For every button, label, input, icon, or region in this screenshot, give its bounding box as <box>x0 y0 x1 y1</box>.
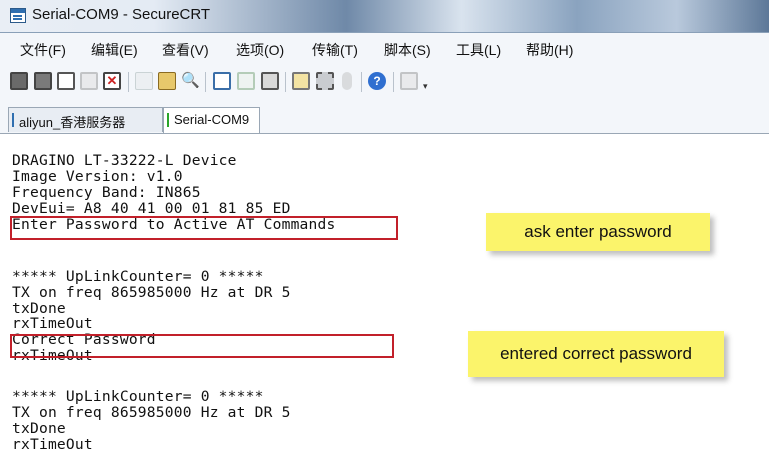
toolbar-separator <box>205 72 206 92</box>
toolbar-separator <box>285 72 286 92</box>
menu-tools[interactable]: 工具(L) <box>456 40 501 60</box>
receive-file-icon[interactable] <box>237 72 255 90</box>
terminal-line: DevEui= A8 40 41 00 01 81 85 ED <box>12 200 291 217</box>
title-bar[interactable]: Serial-COM9 - SecureCRT <box>0 0 769 33</box>
securecrt-app-icon[interactable] <box>10 8 26 23</box>
tab-label: Serial-COM9 <box>174 112 250 127</box>
toolbar-separator <box>128 72 129 92</box>
menu-edit[interactable]: 编辑(E) <box>91 40 138 60</box>
toolbar-overflow-icon[interactable]: ▾ <box>423 82 431 91</box>
paste-icon[interactable] <box>158 72 176 90</box>
key-icon[interactable] <box>342 72 352 90</box>
reconnect-icon[interactable] <box>80 72 98 90</box>
toolbar-separator <box>361 72 362 92</box>
terminal-line: rxTimeOut <box>12 436 93 453</box>
terminal-output[interactable]: DRAGINO LT-33222-L Device Image Version:… <box>0 134 769 457</box>
terminal-line: ***** UpLinkCounter= 0 ***** <box>12 388 264 405</box>
highlight-box-correct-password <box>10 334 394 358</box>
terminal-line: rxTimeOut <box>12 315 93 332</box>
terminal-line: TX on freq 865985000 Hz at DR 5 <box>12 284 291 301</box>
help-icon[interactable]: ? <box>368 72 386 90</box>
annotation-ask-password: ask enter password <box>486 213 710 251</box>
menu-file[interactable]: 文件(F) <box>20 40 66 60</box>
terminal-line: Image Version: v1.0 <box>12 168 183 185</box>
global-options-icon[interactable] <box>316 72 334 90</box>
terminal-line: Frequency Band: IN865 <box>12 184 201 201</box>
connect-in-tab-icon[interactable] <box>57 72 75 90</box>
highlight-box-password-prompt <box>10 216 398 240</box>
annotation-correct-password: entered correct password <box>468 331 724 377</box>
terminal-line: txDone <box>12 420 66 437</box>
map-keys-icon[interactable] <box>400 72 418 90</box>
menu-transfer[interactable]: 传输(T) <box>312 40 358 60</box>
tab-aliyun[interactable]: aliyun_香港服务器 <box>8 107 163 132</box>
send-file-icon[interactable] <box>213 72 231 90</box>
terminal-line: ***** UpLinkCounter= 0 ***** <box>12 268 264 285</box>
find-icon[interactable]: 🔍 <box>181 72 200 90</box>
quick-connect-icon[interactable] <box>34 72 52 90</box>
session-tab-bar: aliyun_香港服务器 Serial-COM9 <box>0 99 769 134</box>
menu-view[interactable]: 查看(V) <box>162 40 209 60</box>
window-title: Serial-COM9 - SecureCRT <box>32 6 211 23</box>
menu-options[interactable]: 选项(O) <box>236 40 284 60</box>
tab-status-marker <box>167 113 169 127</box>
terminal-line: DRAGINO LT-33222-L Device <box>12 152 237 169</box>
disconnect-icon[interactable]: ✕ <box>103 72 121 90</box>
terminal-line: TX on freq 865985000 Hz at DR 5 <box>12 404 291 421</box>
tab-label: aliyun_香港服务器 <box>19 115 126 130</box>
toolbar: ✕ 🔍 ? ▾ <box>0 63 769 99</box>
tab-serial-com9[interactable]: Serial-COM9 <box>163 107 260 133</box>
tab-status-marker <box>12 113 14 127</box>
menu-bar: 文件(F) 编辑(E) 查看(V) 选项(O) 传输(T) 脚本(S) 工具(L… <box>0 33 769 63</box>
print-icon[interactable] <box>261 72 279 90</box>
session-options-icon[interactable] <box>292 72 310 90</box>
copy-icon[interactable] <box>135 72 153 90</box>
toolbar-separator <box>393 72 394 92</box>
menu-help[interactable]: 帮助(H) <box>526 40 573 60</box>
menu-script[interactable]: 脚本(S) <box>384 40 431 60</box>
connect-icon[interactable] <box>10 72 28 90</box>
